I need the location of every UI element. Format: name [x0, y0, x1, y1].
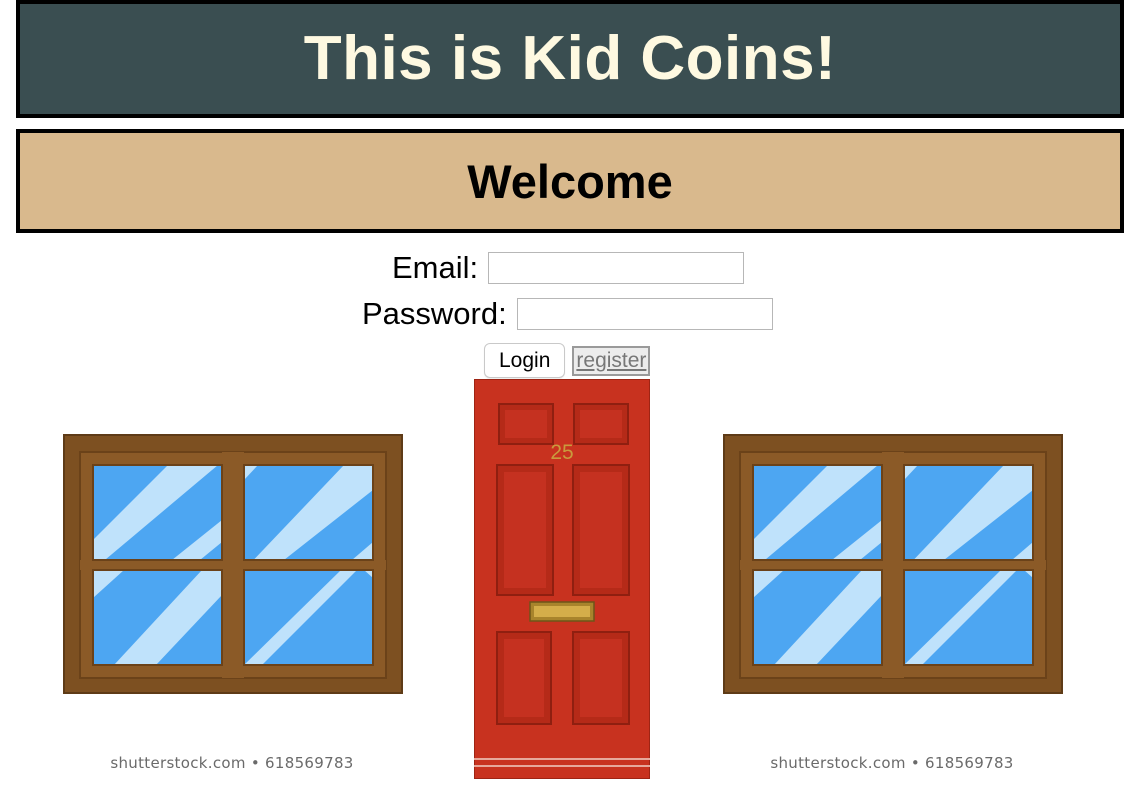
login-button[interactable]: Login: [484, 343, 566, 378]
window-icon: [723, 434, 1063, 694]
door-number: 25: [550, 441, 574, 464]
register-link[interactable]: register: [572, 345, 651, 376]
right-watermark: shutterstock.com • 618569783: [770, 754, 1014, 772]
front-door-image: 25: [473, 378, 651, 780]
welcome-banner: Welcome: [16, 129, 1124, 233]
page: This is Kid Coins! Welcome Email: Passwo…: [0, 0, 1138, 786]
door-icon: [473, 378, 651, 780]
password-label: Password:: [362, 296, 507, 331]
right-window-image: shutterstock.com • 618569783: [712, 430, 1072, 772]
page-title: This is Kid Coins!: [303, 24, 837, 93]
form-actions: Login register: [484, 343, 651, 378]
left-window-image: shutterstock.com • 618569783: [52, 430, 412, 772]
email-row: Email:: [392, 250, 745, 286]
password-field[interactable]: [516, 298, 773, 330]
welcome-heading: Welcome: [467, 154, 673, 208]
window-icon: [63, 434, 403, 694]
email-field[interactable]: [488, 252, 745, 284]
password-row: Password:: [362, 296, 773, 332]
email-label: Email:: [392, 250, 479, 285]
left-watermark: shutterstock.com • 618569783: [110, 754, 354, 772]
header-banner: This is Kid Coins!: [16, 0, 1124, 118]
